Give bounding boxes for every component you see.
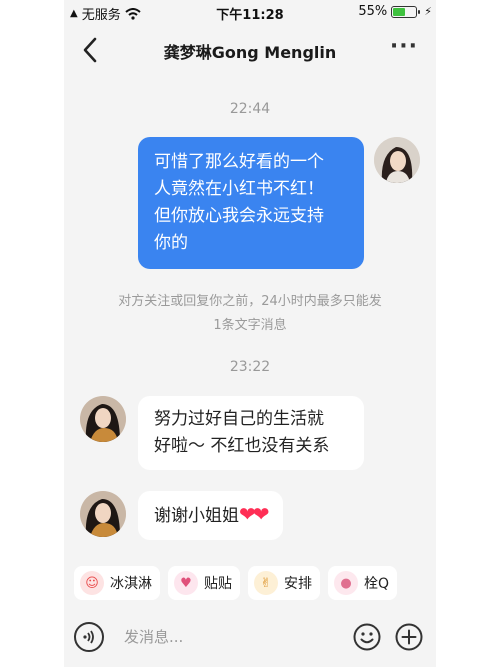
received-message-bubble[interactable]: 谢谢小姐姐❤❤ <box>138 491 283 540</box>
quick-reply-chip[interactable]: ♥ 贴贴 <box>168 566 240 600</box>
notice-line: 1条文字消息 <box>213 318 287 333</box>
add-attachment-icon[interactable] <box>394 622 424 652</box>
chip-label: 冰淇淋 <box>110 576 152 592</box>
notice-line: 对方关注或回复你之前，24小时内最多只能发 <box>118 294 382 309</box>
hug-sticker-icon: ♥ <box>174 571 198 595</box>
avatar-image <box>374 137 420 183</box>
message-line: 但你放心我会永远支持 <box>154 206 324 226</box>
message-limit-notice: 对方关注或回复你之前，24小时内最多只能发 1条文字消息 <box>84 290 416 338</box>
avatar-image <box>80 396 126 442</box>
status-bar: ▲ 无服务 下午11:28 55% ⚡ <box>64 0 436 24</box>
more-options-icon[interactable]: ··· <box>390 34 418 59</box>
message-line: 你的 <box>154 233 188 253</box>
status-right: 55% ⚡ <box>358 4 432 19</box>
thumbs-up-sticker-icon: ✌ <box>254 571 278 595</box>
quick-reply-chip[interactable]: ✌ 安排 <box>248 566 320 600</box>
chip-label: 贴贴 <box>204 576 232 592</box>
chip-label: 栓Q <box>364 576 390 592</box>
battery-fill <box>393 7 406 16</box>
charging-icon: ⚡ <box>424 5 432 18</box>
timestamp: 23:22 <box>229 359 271 375</box>
battery-icon <box>391 5 421 18</box>
received-message-bubble[interactable]: 努力过好自己的生活就 好啦～ 不红也没有关系 <box>138 396 364 470</box>
message-line: 努力过好自己的生活就 <box>154 409 324 429</box>
quick-reply-chip[interactable]: ● 栓Q <box>328 566 398 600</box>
chat-header: 龚梦琳Gong Menglin ··· <box>64 28 436 72</box>
avatar-image <box>80 491 126 537</box>
timestamp: 22:44 <box>229 101 271 117</box>
message-text: 谢谢小姐姐 <box>154 506 239 526</box>
quick-reply-bar: ☺ 冰淇淋 ♥ 贴贴 ✌ 安排 ● 栓Q <box>64 560 436 606</box>
message-line: 可惜了那么好看的一个 <box>154 152 324 172</box>
chat-title: 龚梦琳Gong Menglin <box>163 43 337 62</box>
quick-reply-chip[interactable]: ☺ 冰淇淋 <box>74 566 160 600</box>
contact-avatar[interactable] <box>80 396 126 442</box>
chip-label: 安排 <box>284 576 312 592</box>
chat-screen: ▲ 无服务 下午11:28 55% ⚡ 龚梦琳Gong Menglin ··· … <box>64 0 436 667</box>
voice-input-button[interactable] <box>74 622 104 652</box>
heart-emoji-icon: ❤❤ <box>239 502 269 526</box>
voice-wave-icon <box>83 630 94 644</box>
sent-message-bubble[interactable]: 可惜了那么好看的一个 人竟然在小红书不红！ 但你放心我会永远支持 你的 <box>138 137 364 269</box>
message-line: 人竟然在小红书不红！ <box>154 179 324 199</box>
message-line: 好啦～ 不红也没有关系 <box>154 436 330 456</box>
message-input-bar <box>64 610 436 667</box>
battery-percent: 55% <box>358 4 388 19</box>
pig-sticker-icon: ● <box>334 571 358 595</box>
my-avatar[interactable] <box>374 137 420 183</box>
ice-cream-sticker-icon: ☺ <box>80 571 104 595</box>
emoji-button-icon[interactable] <box>352 622 382 652</box>
contact-avatar[interactable] <box>80 491 126 537</box>
message-input[interactable] <box>124 620 344 654</box>
